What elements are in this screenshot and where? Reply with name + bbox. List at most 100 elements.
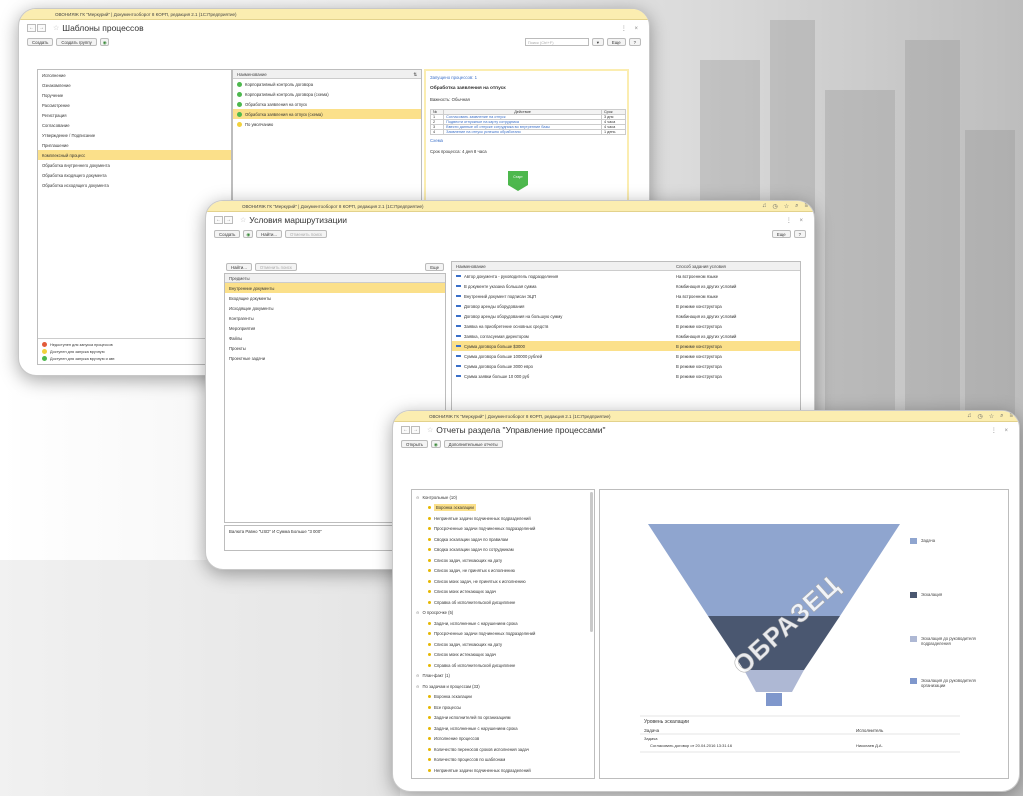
process-type-item[interactable]: Поручение xyxy=(38,90,231,100)
refresh-icon[interactable]: ◉ xyxy=(99,38,110,46)
table-row[interactable]: Заявка, согласуемая директором Комбинация… xyxy=(452,331,800,341)
report-item[interactable]: Сводка эскалации задач по сотрудникам xyxy=(412,545,594,556)
favorite-star-icon[interactable]: ☆ xyxy=(240,216,246,224)
window-controls[interactable]: ⋮ × xyxy=(786,217,806,224)
process-type-item[interactable]: Утверждение / Подписание xyxy=(38,130,231,140)
collapse-icon[interactable]: ⊖ xyxy=(416,673,420,678)
report-item[interactable]: Непринятые задачи подчиненных подразделе… xyxy=(412,765,594,776)
report-group[interactable]: ⊖ Контрольные (10) xyxy=(412,492,594,503)
search-input[interactable]: Поиск (Ctrl+F) xyxy=(524,38,589,46)
start-node[interactable]: Старт xyxy=(508,171,528,185)
template-item[interactable]: Корпоративный контроль договора xyxy=(233,79,421,89)
report-item[interactable]: Задачи, исполненные с нарушением срока xyxy=(412,723,594,734)
report-item[interactable]: Список моих истекающих задач xyxy=(412,587,594,598)
forward-button[interactable]: → xyxy=(224,216,233,224)
table-row[interactable]: Автор документа - руководитель подраздел… xyxy=(452,271,800,281)
left-find-button[interactable]: Найти... xyxy=(226,263,252,271)
table-row[interactable]: Заявка на приобретение основных средств В… xyxy=(452,321,800,331)
process-type-item[interactable]: Ознакомление xyxy=(38,80,231,90)
subject-item[interactable]: Проектные задачи xyxy=(225,353,445,363)
subject-item[interactable]: Внутренние документы xyxy=(225,283,445,293)
star-icon[interactable]: ☆ xyxy=(989,413,994,420)
process-type-item[interactable]: Рассмотрение xyxy=(38,100,231,110)
process-type-item[interactable]: Комплексный процесс xyxy=(38,150,231,160)
report-group[interactable]: ⊖ План-факт (1) xyxy=(412,671,594,682)
subject-item[interactable]: Проекты xyxy=(225,343,445,353)
star-icon[interactable]: ☆ xyxy=(784,203,789,210)
subject-item[interactable]: Мероприятия xyxy=(225,323,445,333)
subjects-header[interactable]: Предметы xyxy=(229,276,250,281)
report-item[interactable]: Сводка эскалации задач по правилам xyxy=(412,534,594,545)
process-type-item[interactable]: Регистрация xyxy=(38,110,231,120)
title-bar-icons[interactable]: ♫ ◷ ☆ ⌕ ≡ xyxy=(967,413,1013,420)
process-type-item[interactable]: Согласование xyxy=(38,120,231,130)
table-row[interactable]: Сумма договора больше 100000 рублей В реж… xyxy=(452,351,800,361)
bell-icon[interactable]: ♫ xyxy=(967,413,972,419)
menu-icon[interactable]: ≡ xyxy=(1009,413,1013,419)
subject-item[interactable]: Файлы xyxy=(225,333,445,343)
report-item[interactable]: Справка об исполнительской дисциплине xyxy=(412,660,594,671)
funnel-level-task[interactable] xyxy=(648,524,900,616)
find-button[interactable]: Найти... xyxy=(256,230,282,238)
search-icon[interactable]: ⌕ xyxy=(1000,413,1003,420)
left-cancel-search-button[interactable]: Отменить поиск xyxy=(254,263,297,271)
col-name-header[interactable]: Наименование xyxy=(456,264,676,269)
legend-item[interactable]: Эскалация до руководителя организации xyxy=(910,678,980,688)
scrollbar[interactable] xyxy=(590,492,593,632)
process-type-item[interactable]: Обработка исходящего документа xyxy=(38,180,231,190)
table-row[interactable]: 4 Заявление на отпуск успешно обработано 1… xyxy=(429,129,627,135)
sort-icon[interactable]: ⇅ xyxy=(413,72,417,77)
table-row[interactable]: Сумма договора больше $3000 В режиме конс… xyxy=(452,341,800,351)
report-item[interactable]: Количество процессов по шаблонам xyxy=(412,755,594,766)
subject-item[interactable]: Исходящие документы xyxy=(225,303,445,313)
collapse-icon[interactable]: ⊖ xyxy=(416,610,420,615)
table-row[interactable]: В документе указана большая сумма Комбина… xyxy=(452,281,800,291)
report-item[interactable]: Список моих задач, не принятых к исполне… xyxy=(412,576,594,587)
template-item[interactable]: Корпоративный контроль договора (схема) xyxy=(233,89,421,99)
report-group[interactable]: ⊖ По задачам и процессам (33) xyxy=(412,681,594,692)
history-icon[interactable]: ◷ xyxy=(977,413,982,420)
window-controls[interactable]: ⋮ × xyxy=(991,427,1011,434)
template-item[interactable]: Обработка заявления на отпуск (схема) xyxy=(233,109,421,119)
create-group-button[interactable]: Создать группу xyxy=(56,38,97,46)
report-item[interactable]: Просроченные задачи подчиненных подразде… xyxy=(412,629,594,640)
additional-reports-button[interactable]: Дополнительные отчеты xyxy=(443,440,503,448)
menu-icon[interactable]: ≡ xyxy=(804,203,808,209)
create-button[interactable]: Создать xyxy=(27,38,54,46)
subject-item[interactable]: Контрагенты xyxy=(225,313,445,323)
launched-count[interactable]: Запущено процессов: 1 xyxy=(426,71,627,84)
search-dropdown-button[interactable]: ▾ xyxy=(591,38,604,46)
forward-button[interactable]: → xyxy=(411,426,420,434)
window-controls[interactable]: ⋮ × xyxy=(621,25,641,32)
table-row[interactable]: Договор аренды оборудования на большую с… xyxy=(452,311,800,321)
report-item[interactable]: Просроченные задачи подчиненных подразде… xyxy=(412,524,594,535)
help-button[interactable]: ? xyxy=(628,38,641,46)
back-button[interactable]: ← xyxy=(401,426,410,434)
more-button[interactable]: Еще xyxy=(771,230,791,238)
report-group[interactable]: ⊖ О просрочке (5) xyxy=(412,608,594,619)
legend-item[interactable]: Эскалация xyxy=(910,592,980,598)
favorite-star-icon[interactable]: ☆ xyxy=(53,24,59,32)
left-more-button[interactable]: Еще xyxy=(425,263,444,271)
report-item[interactable]: Справка об исполнительской дисциплине xyxy=(412,597,594,608)
history-icon[interactable]: ◷ xyxy=(772,203,777,210)
back-button[interactable]: ← xyxy=(27,24,36,32)
report-item[interactable]: Список задач, истекающих на дату xyxy=(412,555,594,566)
forward-button[interactable]: → xyxy=(37,24,46,32)
process-type-item[interactable]: Приглашение xyxy=(38,140,231,150)
legend-item[interactable]: Задача xyxy=(910,538,980,544)
legend-item[interactable]: Эскалация до руководителя подразделения xyxy=(910,636,980,646)
title-bar-icons[interactable]: ♫ ◷ ☆ ⌕ ≡ xyxy=(762,203,808,210)
table-row[interactable]: Внутренний документ подписан ЭЦП На встро… xyxy=(452,291,800,301)
process-type-item[interactable]: Обработка внутреннего документа xyxy=(38,160,231,170)
favorite-star-icon[interactable]: ☆ xyxy=(427,426,433,434)
collapse-icon[interactable]: ⊖ xyxy=(416,495,420,500)
create-button[interactable]: Создать xyxy=(214,230,241,238)
report-item[interactable]: Список задач, истекающих на дату xyxy=(412,639,594,650)
report-item[interactable]: Непринятые задачи подчиненных подразделе… xyxy=(412,513,594,524)
table-row[interactable]: Договор аренды оборудования В режиме конс… xyxy=(452,301,800,311)
col-method-header[interactable]: Способ задания условия xyxy=(676,264,796,269)
report-item[interactable]: Задачи исполнителей по организациям xyxy=(412,713,594,724)
report-item[interactable]: Список моих истекающих задач xyxy=(412,650,594,661)
table-row[interactable]: Сумма заявки больше 10 000 руб В режиме к… xyxy=(452,371,800,381)
